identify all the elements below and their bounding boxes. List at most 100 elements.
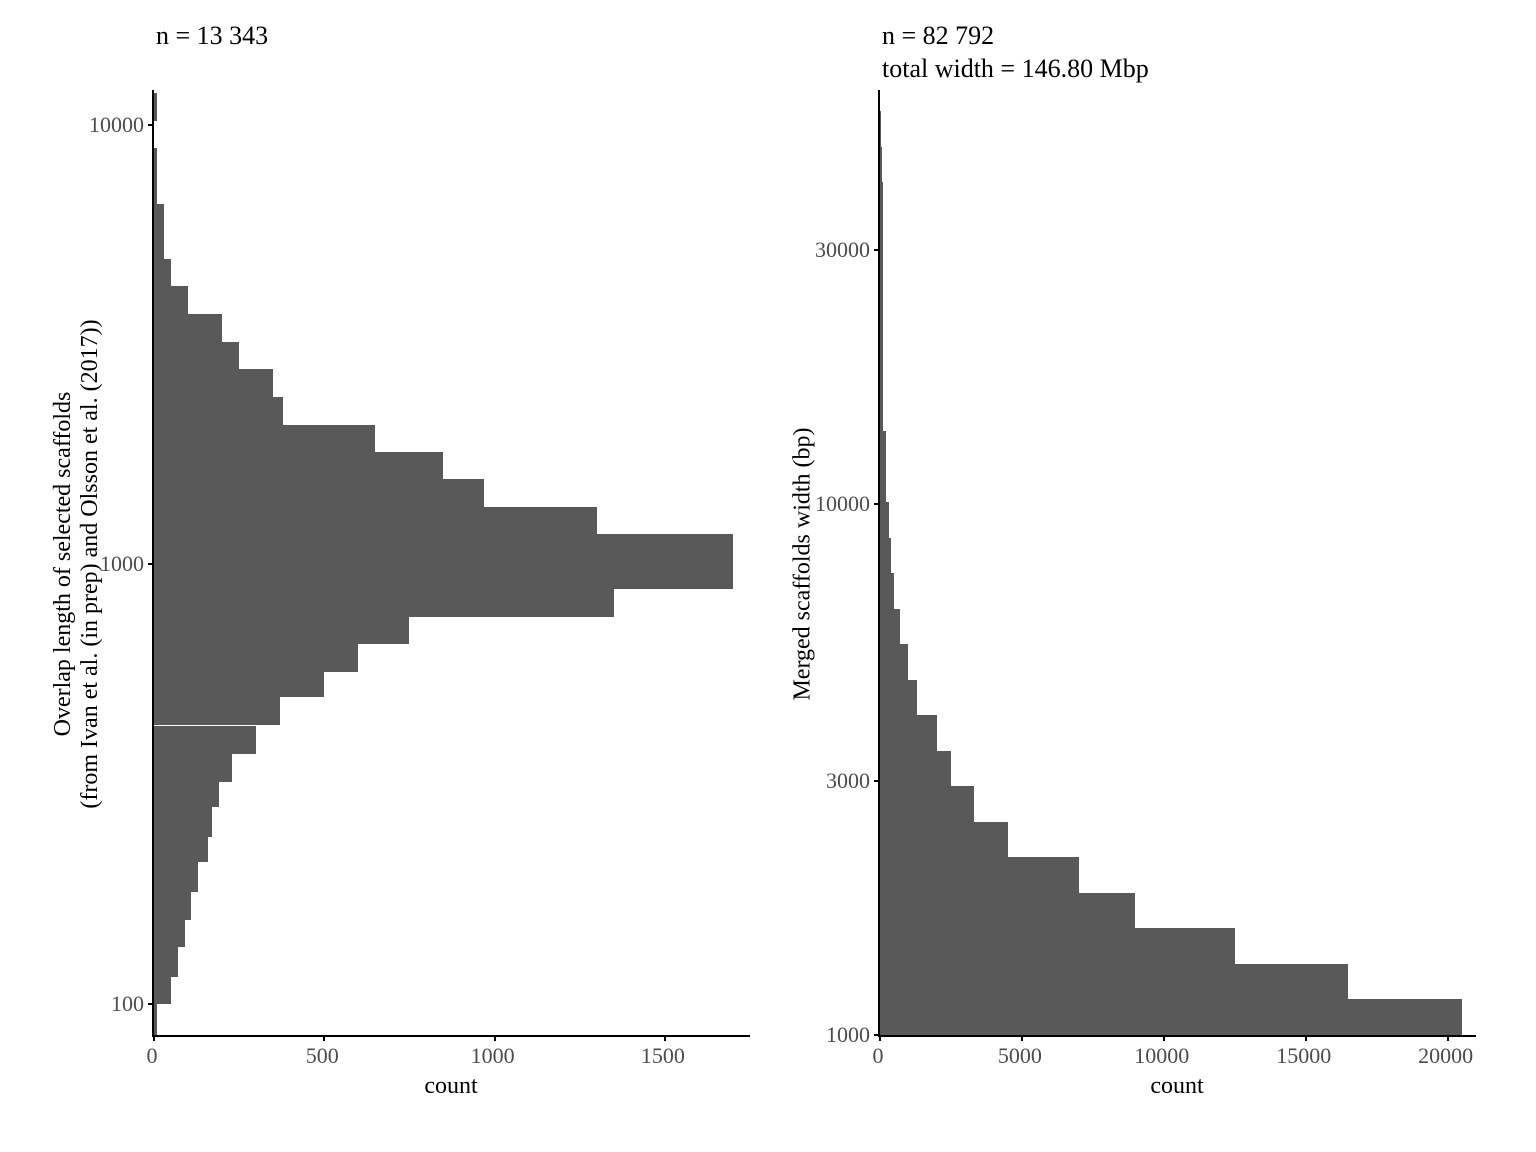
x-tick-label: 10000 [1134, 1043, 1189, 1069]
histogram-bar [154, 837, 208, 862]
histogram-bar [880, 928, 1235, 964]
histogram-bar [154, 204, 164, 232]
y-tick-label: 3000 [826, 768, 870, 794]
histogram-bar [154, 977, 171, 1004]
histogram-bar [154, 259, 171, 287]
histogram-bar [154, 807, 212, 836]
histogram-bar [154, 425, 375, 453]
right-xtick-row: 05000100001500020000 [878, 1037, 1476, 1071]
histogram-bar [154, 507, 597, 534]
histogram-bar [154, 93, 157, 120]
histogram-bar [154, 892, 191, 921]
histogram-bar [880, 715, 937, 750]
y-tick-label: 30000 [815, 237, 870, 263]
left-ylabel-line-1: Overlap length of selected scaffolds [50, 391, 76, 736]
histogram-bar [880, 395, 883, 431]
histogram-bar [154, 314, 222, 342]
histogram-bar [880, 857, 1079, 893]
histogram-bar [880, 147, 882, 183]
histogram-bar [880, 253, 883, 289]
right-title-line-2: total width = 146.80 Mbp [882, 53, 1476, 86]
x-tick-label: 0 [873, 1043, 884, 1069]
histogram-bar [880, 822, 1008, 858]
histogram-bar [154, 342, 239, 369]
x-tick-label: 1500 [641, 1043, 685, 1069]
histogram-bar [880, 467, 886, 502]
y-tick-label: 1000 [826, 1022, 870, 1048]
histogram-bar [154, 397, 283, 424]
y-tick-label: 100 [111, 991, 144, 1017]
right-ylabel: Merged scaffolds width (bp) [790, 427, 817, 700]
left-title-line-1: n = 13 343 [156, 20, 750, 53]
x-tick-label: 1000 [471, 1043, 515, 1069]
histogram-bar [880, 999, 1462, 1035]
left-below: 0 500 1000 1500 count [60, 1037, 750, 1100]
histogram-bar [880, 289, 883, 325]
y-tick-label: 10000 [89, 112, 144, 138]
y-tick-label: 1000 [100, 551, 144, 577]
histogram-bar [154, 1004, 157, 1035]
histogram-bar [154, 862, 198, 891]
histogram-bar [154, 644, 358, 672]
histogram-bar [154, 697, 280, 726]
histogram-bar [154, 726, 256, 755]
left-panel-title: n = 13 343 [60, 20, 750, 90]
histogram-bar [880, 644, 908, 680]
histogram-bar [154, 920, 185, 946]
histogram-bar [154, 534, 733, 564]
left-plot-area [152, 90, 750, 1037]
histogram-bar [154, 754, 232, 782]
histogram-bar [154, 231, 164, 259]
x-tick-label: 5000 [998, 1043, 1042, 1069]
x-tick-label: 0 [147, 1043, 158, 1069]
histogram-bar [880, 609, 900, 644]
histogram-bar [880, 502, 889, 538]
right-panel-title: n = 82 792 total width = 146.80 Mbp [786, 20, 1476, 90]
left-panel: n = 13 343 Overlap length of selected sc… [60, 20, 750, 1100]
histogram-bar [154, 617, 409, 644]
histogram-bar [880, 751, 951, 787]
histogram-bar [154, 782, 219, 807]
histogram-bar [880, 573, 894, 609]
histogram-bar [880, 324, 883, 360]
histogram-bar [880, 111, 881, 147]
histogram-bar [880, 431, 886, 467]
histogram-bar [880, 680, 917, 715]
histogram-bar [154, 479, 484, 507]
histogram-bar [154, 148, 157, 176]
right-title-line-1: n = 82 792 [882, 20, 1476, 53]
right-xlabel: count [878, 1073, 1476, 1100]
histogram-bar [880, 182, 883, 218]
histogram-bar [154, 947, 178, 978]
left-xtick-row: 050010001500 [152, 1037, 750, 1071]
histogram-bar [154, 176, 157, 204]
histogram-bar [880, 786, 974, 822]
left-ylabel-wrap: Overlap length of selected scaffolds (fr… [60, 90, 94, 1037]
right-ytick-column: 100030001000030000 [820, 90, 878, 1037]
y-tick-label: 10000 [815, 491, 870, 517]
left-plot-row: Overlap length of selected scaffolds (fr… [60, 90, 750, 1037]
left-xlabel: count [152, 1073, 750, 1100]
histogram-bar [880, 218, 883, 254]
histogram-bar [880, 538, 891, 573]
histogram-bar [154, 286, 188, 314]
x-tick-label: 20000 [1418, 1043, 1473, 1069]
histogram-bar [154, 564, 733, 588]
histogram-bar [154, 452, 443, 479]
right-ylabel-wrap: Merged scaffolds width (bp) [786, 90, 820, 1037]
histogram-bar [880, 964, 1348, 999]
right-panel: n = 82 792 total width = 146.80 Mbp Merg… [786, 20, 1476, 1100]
right-plot-box [878, 90, 1476, 1037]
left-ytick-column: 100100010000 [94, 90, 152, 1037]
histogram-bar [154, 589, 614, 617]
histogram-bar [154, 369, 273, 397]
right-below: 0 5000 10000 15000 20000 count [786, 1037, 1476, 1100]
histogram-bar [154, 672, 324, 697]
x-tick-label: 15000 [1276, 1043, 1331, 1069]
chart-panels: n = 13 343 Overlap length of selected sc… [60, 20, 1476, 1100]
right-plot-area [878, 90, 1476, 1037]
left-plot-box [152, 90, 750, 1037]
histogram-bar [880, 360, 883, 396]
histogram-bar [880, 893, 1135, 928]
x-tick-label: 500 [306, 1043, 339, 1069]
